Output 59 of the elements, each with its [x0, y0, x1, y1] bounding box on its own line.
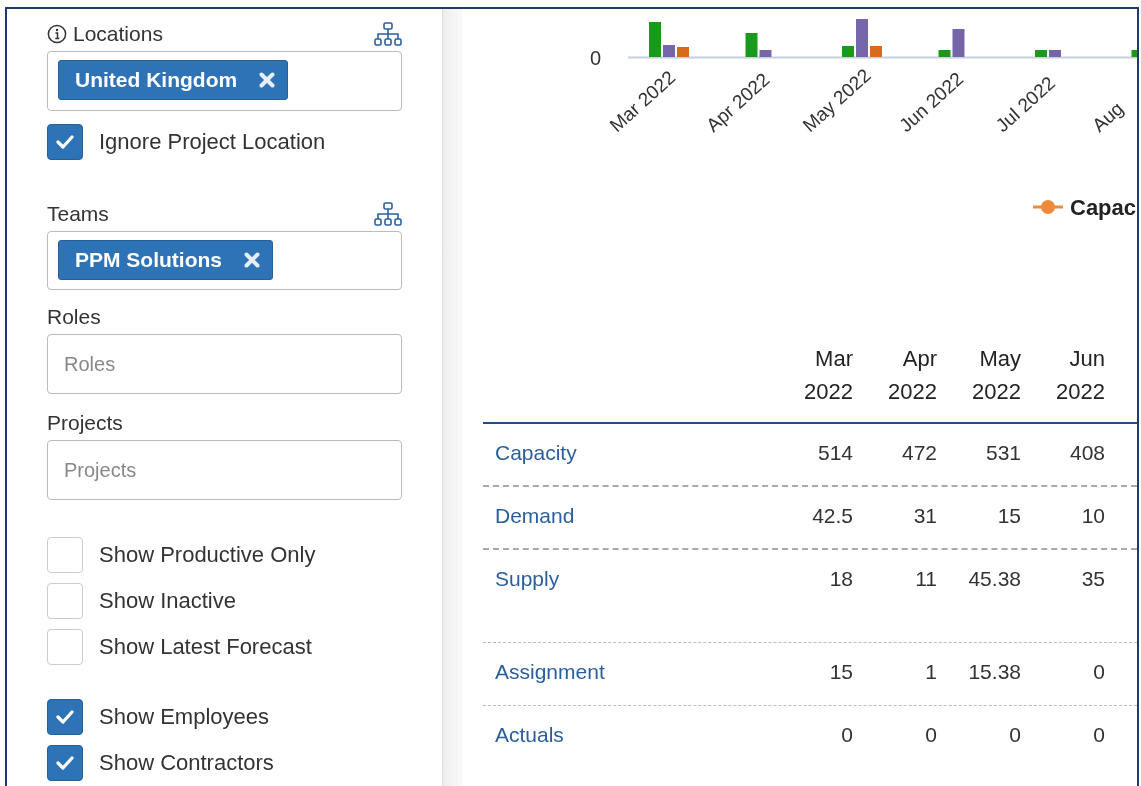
check-icon: [56, 710, 74, 724]
table-cell-text: 35: [1080, 566, 1105, 591]
row-link[interactable]: Capacity: [483, 424, 769, 465]
check-icon: [56, 134, 74, 149]
row-link[interactable]: Supply: [483, 550, 769, 591]
table-cell-text: 531: [984, 440, 1021, 465]
column-header: Jun 2022: [1055, 345, 1105, 406]
table-cell-text: 11: [914, 566, 937, 591]
row-link[interactable]: Demand: [483, 487, 769, 528]
field-label: Roles: [47, 305, 101, 330]
column-header: May 2022: [971, 345, 1021, 406]
checkbox-label: Show Latest Forecast: [99, 634, 312, 660]
table-cell-text: 15: [996, 503, 1021, 528]
hierarchy-icon[interactable]: [374, 201, 402, 226]
table-cell-text: 15: [828, 659, 853, 684]
table-cell-text: 0: [840, 722, 853, 747]
column-header: Mar 2022: [803, 345, 853, 406]
table-cell-text: 42.5: [811, 503, 853, 528]
tag: PPM Solutions: [58, 239, 273, 280]
input-field[interactable]: Roles: [47, 334, 402, 395]
hierarchy-icon[interactable]: [374, 21, 402, 46]
remove-icon[interactable]: [259, 71, 276, 88]
checkbox[interactable]: [47, 745, 83, 781]
table-cell-text: 45.38: [967, 566, 1021, 591]
table-cell-text: 0: [1092, 722, 1105, 747]
table-cell-text: 31: [912, 503, 937, 528]
field-label: Teams: [47, 201, 109, 226]
table-cell-text: 18: [828, 566, 853, 591]
legend-marker-icon: [1033, 200, 1063, 214]
table-cell-text: 514: [816, 440, 853, 465]
checkbox-label: Show Contractors: [99, 750, 274, 776]
table-cell-text: 1: [924, 659, 937, 684]
tag-field[interactable]: United Kingdom: [47, 50, 402, 111]
check-icon: [56, 756, 74, 770]
row-link[interactable]: Actuals: [483, 706, 769, 747]
table-cell-text: 0: [1092, 659, 1105, 684]
tag: United Kingdom: [58, 59, 289, 100]
input-field[interactable]: Projects: [47, 440, 402, 500]
table-cell-text: 15.38: [967, 659, 1021, 684]
field-label: Locations: [73, 21, 163, 46]
checkbox-label: Show Inactive: [99, 588, 236, 614]
month-label: Aug: [1088, 97, 1128, 136]
checkbox-label: Show Employees: [99, 704, 269, 730]
tag-field[interactable]: PPM Solutions: [47, 230, 402, 291]
checkbox[interactable]: [47, 699, 83, 735]
table-cell-text: 0: [924, 722, 937, 747]
table-cell-text: 408: [1068, 440, 1105, 465]
checkbox-label: Show Productive Only: [99, 542, 316, 568]
checkbox[interactable]: [47, 123, 83, 160]
field-label: Projects: [47, 411, 123, 436]
column-header: Apr 2022: [887, 345, 937, 406]
table-cell-text: 0: [1008, 722, 1021, 747]
checkbox-label: Ignore Project Location: [99, 128, 326, 155]
table-cell-text: 10: [1080, 503, 1105, 528]
axis-label: 0: [589, 47, 601, 69]
legend-label[interactable]: Capac: [1070, 195, 1137, 220]
table-cell-text: 472: [900, 440, 937, 465]
remove-icon[interactable]: [244, 251, 260, 268]
row-link[interactable]: Assignment: [483, 643, 769, 684]
